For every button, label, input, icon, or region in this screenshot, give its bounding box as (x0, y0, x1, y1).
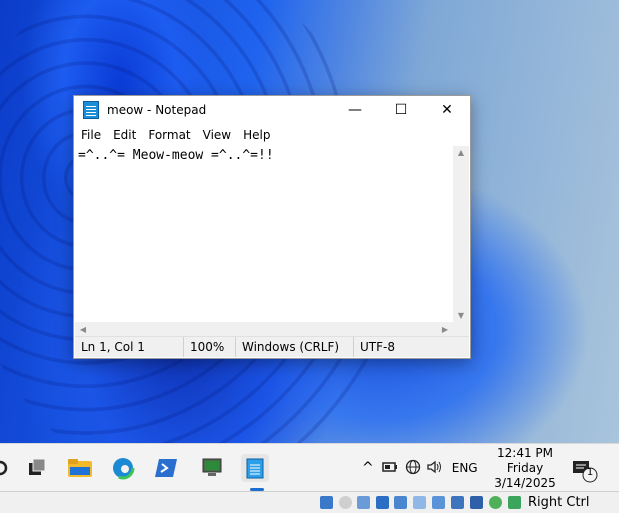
menu-view[interactable]: View (197, 124, 237, 146)
notification-center-icon[interactable]: 1 (572, 458, 600, 487)
menu-file[interactable]: File (75, 124, 107, 146)
system-tray: ^ ENG (362, 444, 478, 492)
status-zoom: 100% (183, 337, 235, 357)
hard-disk-icon[interactable] (320, 496, 333, 509)
cpu-icon[interactable] (470, 496, 483, 509)
minimize-button[interactable]: — (332, 96, 378, 124)
search-icon[interactable] (0, 454, 14, 482)
scroll-left-icon[interactable]: ◀ (75, 325, 91, 334)
menu-edit[interactable]: Edit (107, 124, 142, 146)
battery-icon[interactable] (381, 460, 398, 477)
file-explorer-icon[interactable] (66, 454, 94, 482)
maximize-button[interactable]: ☐ (378, 96, 424, 124)
display-icon[interactable] (432, 496, 445, 509)
shared-folders-icon[interactable] (413, 496, 426, 509)
notification-badge: 1 (586, 467, 594, 478)
scroll-down-icon[interactable]: ▼ (453, 311, 469, 320)
mouse-integration-icon[interactable] (489, 496, 502, 509)
optical-drive-icon[interactable] (339, 496, 352, 509)
language-indicator[interactable]: ENG (452, 461, 478, 475)
scroll-up-icon[interactable]: ▲ (453, 148, 469, 157)
powershell-icon[interactable] (153, 454, 181, 482)
window-title: meow - Notepad (107, 103, 207, 117)
clock-date: 3/14/2025 (494, 476, 556, 490)
notepad-window: meow - Notepad — ☐ ✕ File Edit Format Vi… (73, 95, 471, 359)
network-adapter-icon[interactable] (376, 496, 389, 509)
vm-status-bar: Right Ctrl (0, 491, 619, 513)
status-line-ending: Windows (CRLF) (235, 337, 353, 357)
taskbar: ^ ENG 12:41 PM Friday 3/14/2025 1 (0, 443, 619, 491)
task-view-icon[interactable] (22, 454, 50, 482)
scroll-right-icon[interactable]: ▶ (437, 325, 453, 334)
notepad-icon[interactable] (241, 454, 269, 482)
edge-icon[interactable] (109, 454, 137, 482)
menu-format[interactable]: Format (142, 124, 196, 146)
show-hidden-icons-chevron-icon[interactable]: ^ (362, 460, 374, 476)
menu-bar: File Edit Format View Help (74, 124, 470, 146)
host-key-label: Right Ctrl (528, 495, 590, 510)
network-computer-icon[interactable] (198, 454, 226, 482)
usb-icon[interactable] (394, 496, 407, 509)
title-bar[interactable]: meow - Notepad — ☐ ✕ (74, 96, 470, 124)
volume-icon[interactable] (426, 459, 444, 478)
clock-day: Friday (506, 461, 544, 475)
status-position: Ln 1, Col 1 (81, 340, 145, 354)
video-capture-icon[interactable] (451, 496, 464, 509)
clock-time: 12:41 PM (497, 446, 553, 460)
status-bar: Ln 1, Col 1 100% Windows (CRLF) UTF-8 (75, 336, 469, 357)
close-button[interactable]: ✕ (424, 96, 470, 124)
audio-icon[interactable] (357, 496, 370, 509)
text-editor[interactable]: =^..^= Meow-meow =^..^=!! (76, 146, 452, 324)
menu-help[interactable]: Help (237, 124, 276, 146)
clock[interactable]: 12:41 PM Friday 3/14/2025 (490, 446, 560, 491)
notepad-app-icon (83, 101, 99, 119)
keyboard-capture-icon[interactable] (508, 496, 521, 509)
network-globe-icon[interactable] (405, 459, 421, 478)
vertical-scrollbar[interactable]: ▲ ▼ (453, 146, 469, 322)
status-encoding: UTF-8 (353, 337, 453, 357)
